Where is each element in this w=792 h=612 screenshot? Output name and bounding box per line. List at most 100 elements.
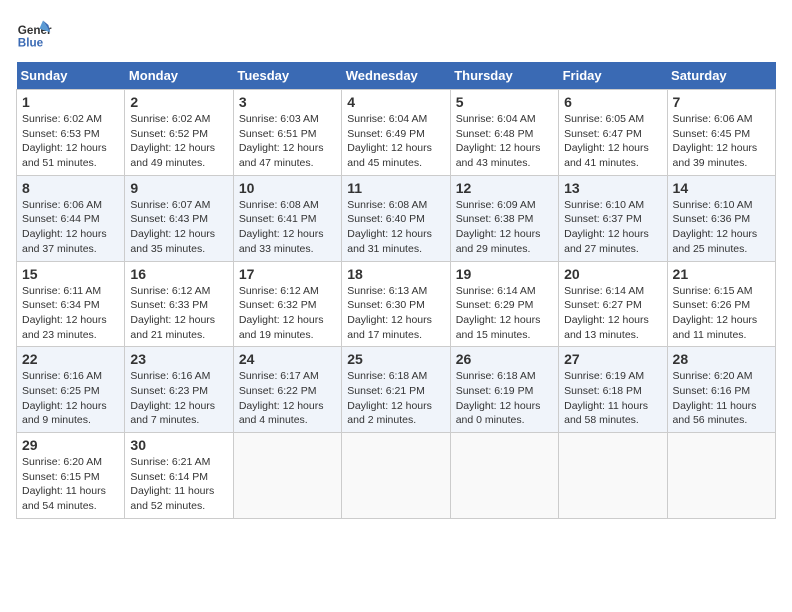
day-number: 6 <box>564 94 661 110</box>
day-info: Sunrise: 6:08 AM Sunset: 6:40 PM Dayligh… <box>347 198 444 257</box>
day-number: 27 <box>564 351 661 367</box>
day-number: 9 <box>130 180 227 196</box>
day-number: 28 <box>673 351 770 367</box>
calendar-cell: 22 Sunrise: 6:16 AM Sunset: 6:25 PM Dayli… <box>17 347 125 433</box>
day-info: Sunrise: 6:06 AM Sunset: 6:45 PM Dayligh… <box>673 112 770 171</box>
day-info: Sunrise: 6:12 AM Sunset: 6:32 PM Dayligh… <box>239 284 336 343</box>
day-info: Sunrise: 6:14 AM Sunset: 6:29 PM Dayligh… <box>456 284 553 343</box>
calendar-cell: 3Sunrise: 6:03 AM Sunset: 6:51 PM Daylig… <box>233 90 341 176</box>
week-row-3: 15Sunrise: 6:11 AM Sunset: 6:34 PM Dayli… <box>17 261 776 347</box>
day-info: Sunrise: 6:10 AM Sunset: 6:37 PM Dayligh… <box>564 198 661 257</box>
day-info: Sunrise: 6:11 AM Sunset: 6:34 PM Dayligh… <box>22 284 119 343</box>
week-row-5: 29 Sunrise: 6:20 AM Sunset: 6:15 PM Dayli… <box>17 433 776 519</box>
calendar-cell <box>559 433 667 519</box>
calendar-cell: 21Sunrise: 6:15 AM Sunset: 6:26 PM Dayli… <box>667 261 775 347</box>
week-row-4: 22 Sunrise: 6:16 AM Sunset: 6:25 PM Dayli… <box>17 347 776 433</box>
day-number: 23 <box>130 351 227 367</box>
day-number: 14 <box>673 180 770 196</box>
calendar-cell: 23 Sunrise: 6:16 AM Sunset: 6:23 PM Dayli… <box>125 347 233 433</box>
calendar-cell: 9Sunrise: 6:07 AM Sunset: 6:43 PM Daylig… <box>125 175 233 261</box>
calendar-cell: 11 Sunrise: 6:08 AM Sunset: 6:40 PM Dayli… <box>342 175 450 261</box>
header-thursday: Thursday <box>450 62 558 90</box>
day-number: 20 <box>564 266 661 282</box>
day-info: Sunrise: 6:09 AM Sunset: 6:38 PM Dayligh… <box>456 198 553 257</box>
calendar-cell: 4Sunrise: 6:04 AM Sunset: 6:49 PM Daylig… <box>342 90 450 176</box>
week-row-2: 8Sunrise: 6:06 AM Sunset: 6:44 PM Daylig… <box>17 175 776 261</box>
day-info: Sunrise: 6:13 AM Sunset: 6:30 PM Dayligh… <box>347 284 444 343</box>
header-friday: Friday <box>559 62 667 90</box>
header-monday: Monday <box>125 62 233 90</box>
logo-icon: General Blue <box>16 16 52 52</box>
day-info: Sunrise: 6:04 AM Sunset: 6:49 PM Dayligh… <box>347 112 444 171</box>
day-number: 10 <box>239 180 336 196</box>
day-info: Sunrise: 6:12 AM Sunset: 6:33 PM Dayligh… <box>130 284 227 343</box>
day-number: 5 <box>456 94 553 110</box>
calendar-cell: 10 Sunrise: 6:08 AM Sunset: 6:41 PM Dayli… <box>233 175 341 261</box>
day-number: 29 <box>22 437 119 453</box>
calendar-cell: 15Sunrise: 6:11 AM Sunset: 6:34 PM Dayli… <box>17 261 125 347</box>
header-sunday: Sunday <box>17 62 125 90</box>
calendar-cell: 20 Sunrise: 6:14 AM Sunset: 6:27 PM Dayli… <box>559 261 667 347</box>
calendar-cell: 8Sunrise: 6:06 AM Sunset: 6:44 PM Daylig… <box>17 175 125 261</box>
calendar-cell: 17Sunrise: 6:12 AM Sunset: 6:32 PM Dayli… <box>233 261 341 347</box>
calendar-cell: 12 Sunrise: 6:09 AM Sunset: 6:38 PM Dayli… <box>450 175 558 261</box>
day-info: Sunrise: 6:17 AM Sunset: 6:22 PM Dayligh… <box>239 369 336 428</box>
day-info: Sunrise: 6:18 AM Sunset: 6:21 PM Dayligh… <box>347 369 444 428</box>
day-info: Sunrise: 6:14 AM Sunset: 6:27 PM Dayligh… <box>564 284 661 343</box>
day-info: Sunrise: 6:06 AM Sunset: 6:44 PM Dayligh… <box>22 198 119 257</box>
day-info: Sunrise: 6:16 AM Sunset: 6:25 PM Dayligh… <box>22 369 119 428</box>
calendar-cell: 30 Sunrise: 6:21 AM Sunset: 6:14 PM Dayli… <box>125 433 233 519</box>
calendar-cell: 7Sunrise: 6:06 AM Sunset: 6:45 PM Daylig… <box>667 90 775 176</box>
header-saturday: Saturday <box>667 62 775 90</box>
calendar-cell: 2Sunrise: 6:02 AM Sunset: 6:52 PM Daylig… <box>125 90 233 176</box>
header-tuesday: Tuesday <box>233 62 341 90</box>
day-info: Sunrise: 6:08 AM Sunset: 6:41 PM Dayligh… <box>239 198 336 257</box>
day-info: Sunrise: 6:04 AM Sunset: 6:48 PM Dayligh… <box>456 112 553 171</box>
day-info: Sunrise: 6:20 AM Sunset: 6:15 PM Dayligh… <box>22 455 119 514</box>
calendar-cell: 13 Sunrise: 6:10 AM Sunset: 6:37 PM Dayli… <box>559 175 667 261</box>
calendar-cell: 6 Sunrise: 6:05 AM Sunset: 6:47 PM Daylig… <box>559 90 667 176</box>
day-number: 22 <box>22 351 119 367</box>
calendar-cell <box>667 433 775 519</box>
day-info: Sunrise: 6:19 AM Sunset: 6:18 PM Dayligh… <box>564 369 661 428</box>
day-info: Sunrise: 6:16 AM Sunset: 6:23 PM Dayligh… <box>130 369 227 428</box>
day-number: 18 <box>347 266 444 282</box>
calendar-cell: 5 Sunrise: 6:04 AM Sunset: 6:48 PM Daylig… <box>450 90 558 176</box>
calendar-table: SundayMondayTuesdayWednesdayThursdayFrid… <box>16 62 776 519</box>
day-info: Sunrise: 6:03 AM Sunset: 6:51 PM Dayligh… <box>239 112 336 171</box>
day-number: 11 <box>347 180 444 196</box>
calendar-cell: 18 Sunrise: 6:13 AM Sunset: 6:30 PM Dayli… <box>342 261 450 347</box>
day-info: Sunrise: 6:20 AM Sunset: 6:16 PM Dayligh… <box>673 369 770 428</box>
week-row-1: 1 Sunrise: 6:02 AM Sunset: 6:53 PM Daylig… <box>17 90 776 176</box>
day-info: Sunrise: 6:10 AM Sunset: 6:36 PM Dayligh… <box>673 198 770 257</box>
calendar-cell: 16 Sunrise: 6:12 AM Sunset: 6:33 PM Dayli… <box>125 261 233 347</box>
svg-text:Blue: Blue <box>18 37 44 50</box>
calendar-cell: 27 Sunrise: 6:19 AM Sunset: 6:18 PM Dayli… <box>559 347 667 433</box>
day-number: 25 <box>347 351 444 367</box>
calendar-cell: 14 Sunrise: 6:10 AM Sunset: 6:36 PM Dayli… <box>667 175 775 261</box>
calendar-cell: 1 Sunrise: 6:02 AM Sunset: 6:53 PM Daylig… <box>17 90 125 176</box>
day-number: 13 <box>564 180 661 196</box>
header-row: SundayMondayTuesdayWednesdayThursdayFrid… <box>17 62 776 90</box>
header-wednesday: Wednesday <box>342 62 450 90</box>
day-number: 21 <box>673 266 770 282</box>
calendar-cell: 26Sunrise: 6:18 AM Sunset: 6:19 PM Dayli… <box>450 347 558 433</box>
logo: General Blue <box>16 16 52 52</box>
day-number: 19 <box>456 266 553 282</box>
day-number: 30 <box>130 437 227 453</box>
day-number: 16 <box>130 266 227 282</box>
calendar-cell: 29 Sunrise: 6:20 AM Sunset: 6:15 PM Dayli… <box>17 433 125 519</box>
day-info: Sunrise: 6:21 AM Sunset: 6:14 PM Dayligh… <box>130 455 227 514</box>
day-number: 1 <box>22 94 119 110</box>
day-number: 26 <box>456 351 553 367</box>
calendar-cell: 19 Sunrise: 6:14 AM Sunset: 6:29 PM Dayli… <box>450 261 558 347</box>
day-info: Sunrise: 6:02 AM Sunset: 6:52 PM Dayligh… <box>130 112 227 171</box>
calendar-cell <box>342 433 450 519</box>
day-number: 12 <box>456 180 553 196</box>
day-info: Sunrise: 6:05 AM Sunset: 6:47 PM Dayligh… <box>564 112 661 171</box>
day-number: 24 <box>239 351 336 367</box>
page-header: General Blue <box>16 16 776 52</box>
day-info: Sunrise: 6:02 AM Sunset: 6:53 PM Dayligh… <box>22 112 119 171</box>
calendar-cell: 24 Sunrise: 6:17 AM Sunset: 6:22 PM Dayli… <box>233 347 341 433</box>
calendar-cell <box>450 433 558 519</box>
